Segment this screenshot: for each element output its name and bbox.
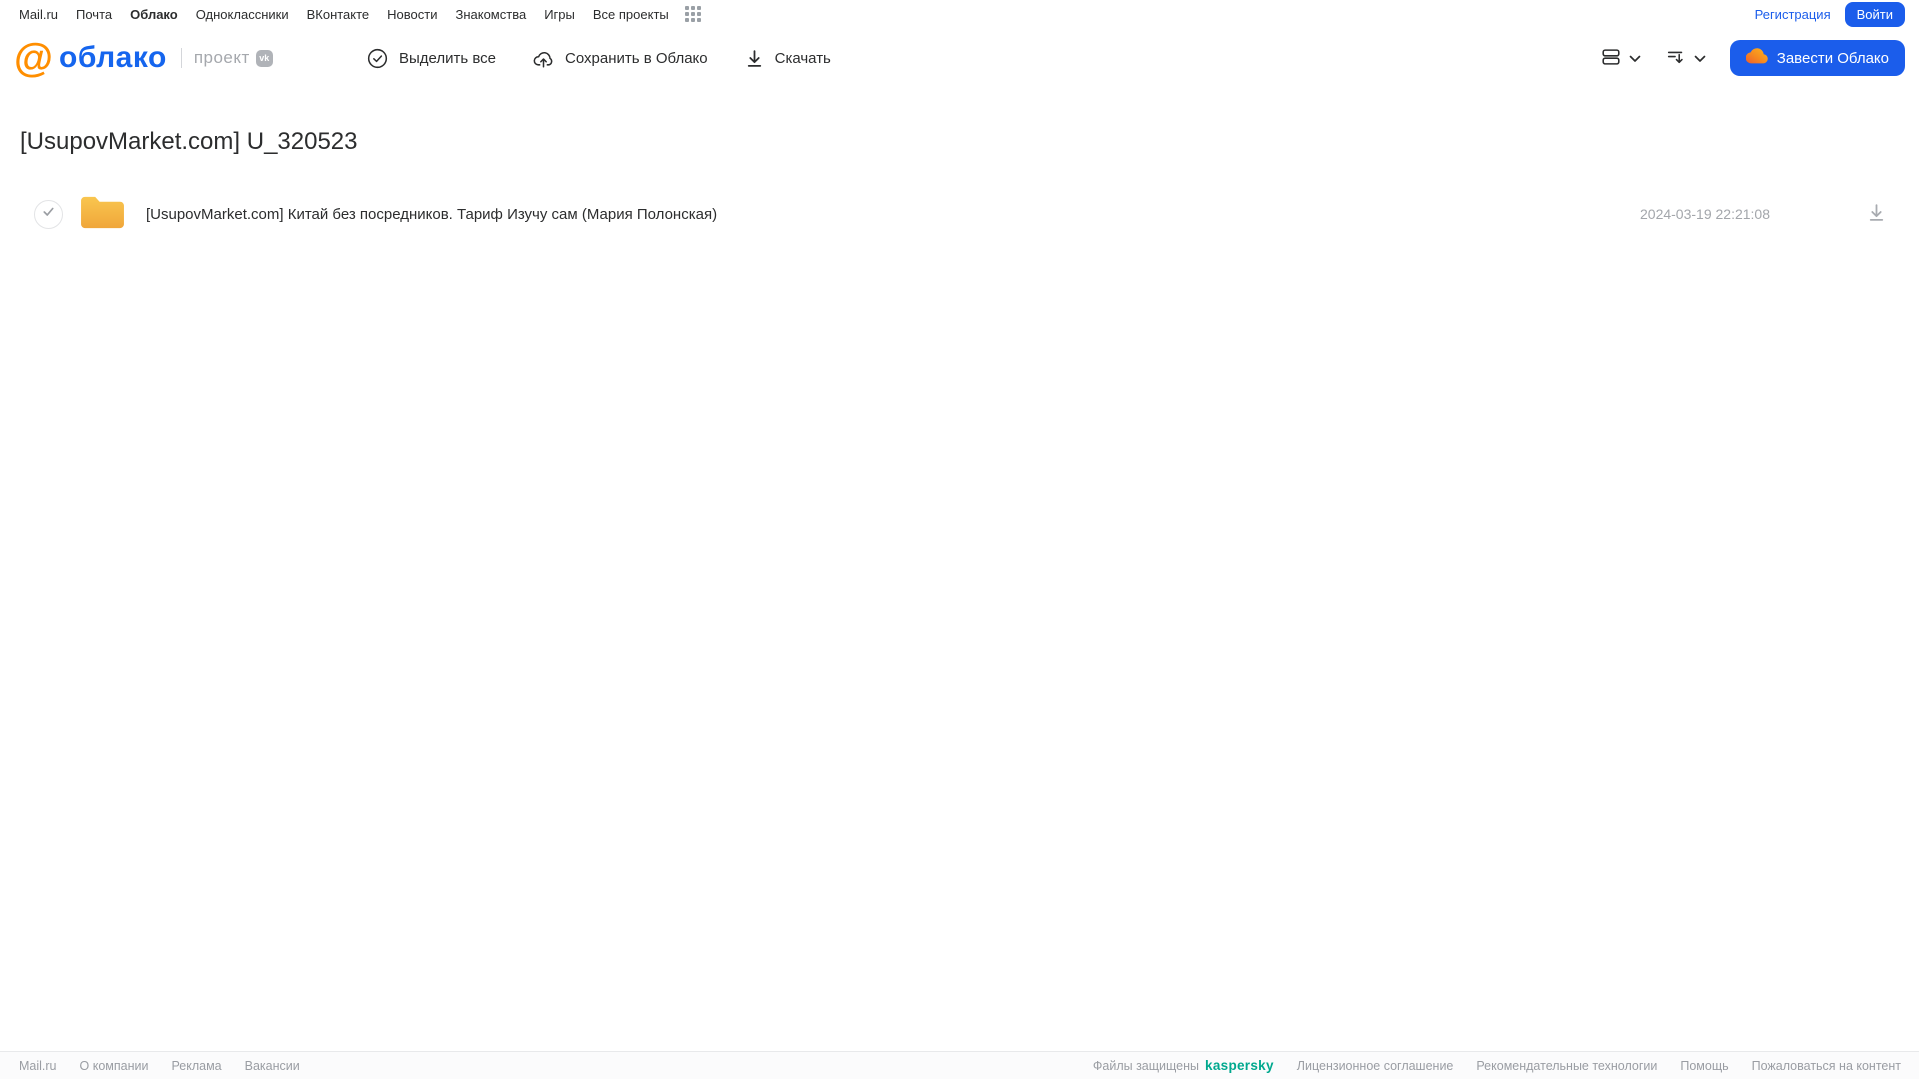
registration-link[interactable]: Регистрация: [1755, 7, 1831, 22]
protected-label: Файлы защищены: [1092, 1058, 1200, 1073]
footer-right-links: Файлы защищены kaspersky Лицензионное со…: [1093, 1058, 1901, 1073]
cloud-logo-text: облако: [59, 41, 167, 74]
select-all-label: Выделить все: [399, 49, 497, 67]
chevron-down-icon: [1694, 51, 1706, 66]
download-button[interactable]: Скачать: [744, 48, 831, 69]
check-circle-icon: [366, 47, 389, 70]
save-to-cloud-button[interactable]: Сохранить в Облако: [532, 47, 708, 70]
footer-link-jobs[interactable]: Вакансии: [245, 1059, 300, 1073]
file-row[interactable]: [UsupovMarket.com] Китай без посредников…: [0, 189, 1919, 239]
get-cloud-button[interactable]: Завести Облако: [1729, 40, 1905, 76]
sort-button[interactable]: [1665, 46, 1706, 71]
file-name-link[interactable]: [UsupovMarket.com] Китай без посредников…: [146, 206, 1640, 223]
kaspersky-protected: Файлы защищены kaspersky: [1093, 1058, 1274, 1073]
logo-divider: [180, 48, 182, 68]
nav-item-pochta[interactable]: Почта: [76, 7, 112, 22]
project-label: проект: [193, 48, 250, 67]
footer-link-license[interactable]: Лицензионное соглашение: [1297, 1059, 1454, 1073]
kaspersky-logo[interactable]: kaspersky: [1205, 1058, 1274, 1073]
nav-item-vse-proekty[interactable]: Все проекты: [593, 7, 669, 22]
cloud-public-page: Mail.ru Почта Облако Одноклассники ВКонт…: [0, 0, 1919, 1079]
sort-icon: [1665, 46, 1687, 71]
nav-item-znakomstva[interactable]: Знакомства: [455, 7, 526, 22]
file-checkbox[interactable]: [34, 199, 63, 229]
file-download-button[interactable]: [1866, 202, 1887, 226]
cloud-logo[interactable]: @ облако проект vk: [14, 38, 314, 78]
get-cloud-label: Завести Облако: [1776, 49, 1889, 67]
cloud-header: @ облако проект vk Выделить все Сохранит…: [0, 28, 1919, 88]
nav-item-igry[interactable]: Игры: [544, 7, 575, 22]
nav-item-mailru[interactable]: Mail.ru: [19, 7, 58, 22]
nav-item-vkontakte[interactable]: ВКонтакте: [307, 7, 370, 22]
mailru-at-icon: @: [14, 36, 54, 80]
download-icon: [1866, 202, 1887, 226]
portal-nav-auth: Регистрация Войти: [1755, 1, 1905, 27]
portal-nav: Mail.ru Почта Облако Одноклассники ВКонт…: [0, 0, 1919, 28]
page-title: [UsupovMarket.com] U_320523: [20, 128, 358, 155]
nav-item-oblako[interactable]: Облако: [130, 7, 178, 22]
footer: Mail.ru О компании Реклама Вакансии Файл…: [0, 1051, 1919, 1079]
select-all-button[interactable]: Выделить все: [366, 47, 496, 70]
cloud-icon: [1745, 45, 1768, 71]
file-toolbar: Выделить все Сохранить в Облако Скачать: [366, 47, 831, 70]
chevron-down-icon: [1629, 51, 1641, 66]
login-button[interactable]: Войти: [1844, 1, 1905, 27]
main-content: [UsupovMarket.com] U_320523 [UsupovMarke…: [0, 128, 1919, 239]
footer-link-mailru[interactable]: Mail.ru: [19, 1059, 57, 1073]
footer-left-links: Mail.ru О компании Реклама Вакансии: [19, 1059, 300, 1073]
nav-item-novosti[interactable]: Новости: [387, 7, 437, 22]
checkmark-icon: [41, 204, 56, 224]
save-to-cloud-label: Сохранить в Облако: [565, 49, 708, 67]
footer-link-recommendations[interactable]: Рекомендательные технологии: [1476, 1059, 1657, 1073]
folder-icon: [79, 192, 126, 236]
apps-grid-icon[interactable]: [684, 6, 701, 22]
download-icon: [744, 48, 765, 69]
view-rows-icon: [1600, 46, 1622, 71]
footer-link-company[interactable]: О компании: [80, 1059, 149, 1073]
footer-link-report[interactable]: Пожаловаться на контент: [1752, 1059, 1901, 1073]
download-label: Скачать: [774, 49, 831, 67]
portal-nav-links: Mail.ru Почта Облако Одноклассники ВКонт…: [19, 6, 701, 22]
view-mode-button[interactable]: [1600, 46, 1641, 71]
nav-item-odnoklassniki[interactable]: Одноклассники: [196, 7, 289, 22]
file-date: 2024-03-19 22:21:08: [1640, 206, 1770, 222]
vk-badge-icon: vk: [255, 49, 273, 67]
cloud-upload-icon: [532, 47, 555, 70]
footer-link-help[interactable]: Помощь: [1680, 1059, 1728, 1073]
footer-link-ads[interactable]: Реклама: [171, 1059, 221, 1073]
